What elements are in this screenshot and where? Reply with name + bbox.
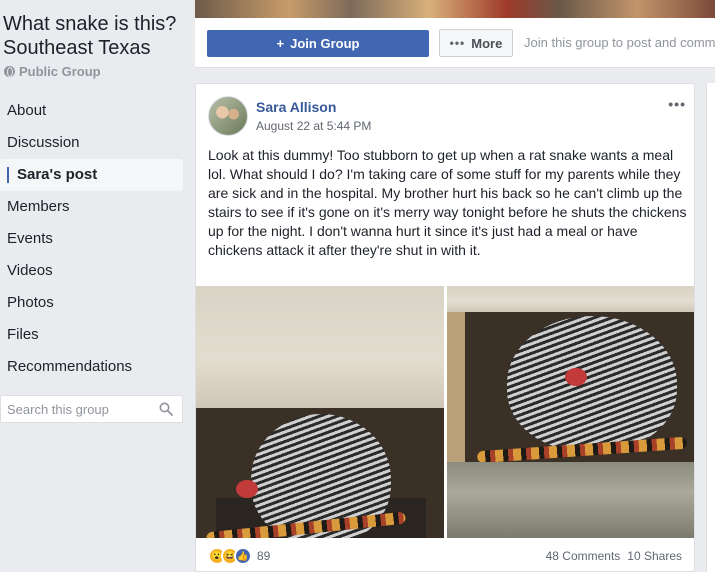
sidebar-item-recommendations[interactable]: Recommendations — [0, 351, 183, 383]
sidebar-item-about[interactable]: About — [0, 95, 183, 127]
sidebar-item-videos[interactable]: Videos — [0, 255, 183, 287]
join-group-label: Join Group — [290, 36, 360, 51]
post-photo[interactable] — [196, 286, 444, 538]
sidebar-item-photos[interactable]: Photos — [0, 287, 183, 319]
sidebar-item-events[interactable]: Events — [0, 223, 183, 255]
hen — [507, 316, 677, 451]
group-search-input[interactable] — [1, 396, 151, 422]
hen-comb — [565, 368, 587, 386]
sidebar-item-members[interactable]: Members — [0, 191, 183, 223]
avatar[interactable] — [208, 96, 248, 136]
more-label: More — [471, 35, 503, 51]
group-privacy: Public Group — [4, 64, 101, 79]
more-button[interactable]: ••• More — [439, 29, 513, 57]
cover-photo — [195, 0, 715, 18]
sidebar-item-saras-post[interactable]: Sara's post — [0, 159, 183, 191]
join-group-button[interactable]: + Join Group — [207, 30, 429, 57]
group-title[interactable]: What snake is this? Southeast Texas — [3, 12, 193, 60]
post-author[interactable]: Sara Allison — [256, 99, 336, 115]
post-photos — [196, 286, 694, 538]
group-action-bar: + Join Group ••• More Join this group to… — [195, 18, 715, 68]
globe-icon — [4, 66, 15, 77]
left-sidebar: What snake is this? Southeast Texas Publ… — [0, 0, 195, 572]
more-dots-icon: ••• — [449, 36, 466, 50]
reaction-count: 89 — [257, 549, 271, 563]
sidebar-nav: About Discussion Sara's post Members Eve… — [0, 95, 183, 383]
search-icon[interactable] — [159, 402, 173, 416]
like-reaction-icon: 👍 — [234, 547, 252, 565]
group-search — [0, 395, 183, 423]
join-hint: Join this group to post and comment — [524, 35, 715, 50]
reactions-summary[interactable]: 😮 😆 👍 89 — [208, 547, 270, 565]
post-photo[interactable] — [447, 286, 694, 538]
shares-count[interactable]: 10 Shares — [627, 549, 682, 563]
comments-count[interactable]: 48 Comments — [546, 549, 621, 563]
wood-wall — [447, 286, 694, 312]
hen-comb — [236, 480, 258, 498]
sidebar-item-discussion[interactable]: Discussion — [0, 127, 183, 159]
post-options-icon[interactable]: ••• — [668, 96, 686, 112]
nest-board — [447, 462, 694, 538]
wood-wall — [196, 286, 444, 408]
right-column-edge — [706, 83, 715, 572]
plus-icon: + — [276, 36, 285, 51]
post-stats: 48 Comments 10 Shares — [546, 549, 682, 563]
post-card: Sara Allison August 22 at 5:44 PM ••• Lo… — [195, 83, 695, 572]
post-timestamp[interactable]: August 22 at 5:44 PM — [256, 119, 371, 133]
sidebar-item-files[interactable]: Files — [0, 319, 183, 351]
post-text: Look at this dummy! Too stubborn to get … — [208, 147, 687, 258]
group-privacy-label: Public Group — [19, 64, 101, 79]
